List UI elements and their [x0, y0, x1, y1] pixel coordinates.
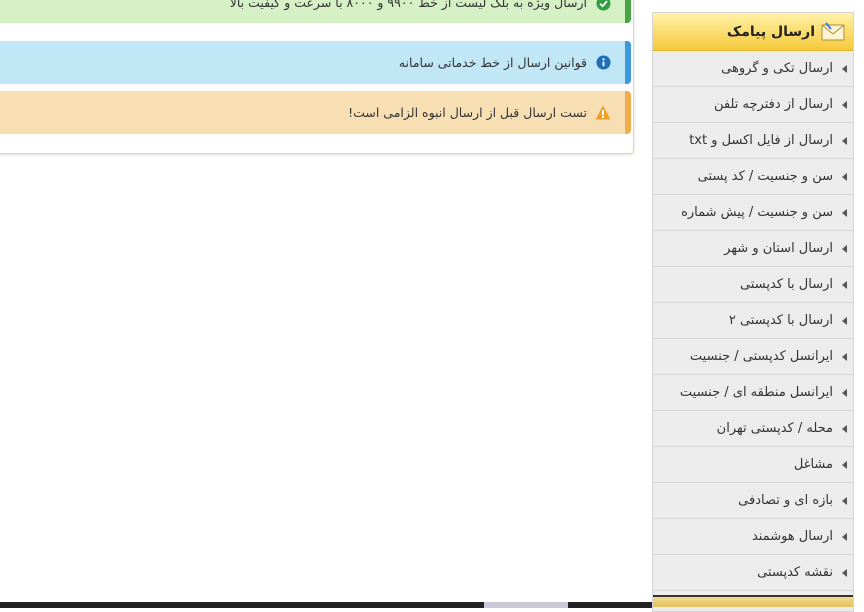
sidebar-item[interactable]: ایرانسل کدپستی / جنسیت — [653, 339, 853, 375]
caret-left-icon — [839, 388, 847, 397]
alert-success-text: ارسال ویژه به بلک لیست از خط ۹۹۰۰ و ۸۰۰۰… — [229, 0, 587, 10]
sidebar-item[interactable]: نقشه کدپستی — [653, 555, 853, 591]
sidebar-item-label: ارسال از فایل اکسل و txt — [689, 133, 833, 148]
sidebar-item-label: ارسال با کدپستی ۲ — [728, 313, 833, 328]
sidebar-menu: ارسال پیامک ارسال تکی و گروهی ارسال از دف… — [652, 12, 854, 612]
sidebar-item-label: ارسال استان و شهر — [724, 241, 833, 256]
sidebar-item[interactable]: ارسال از دفترچه تلفن — [653, 87, 853, 123]
alert-info-text: قوانین ارسال از خط خدماتی سامانه — [398, 55, 587, 70]
sidebar-item-label: بازه ای و تصادفی — [738, 493, 833, 508]
caret-left-icon — [839, 532, 847, 541]
caret-left-icon — [839, 568, 847, 577]
warning-triangle-icon — [595, 105, 611, 121]
caret-left-icon — [839, 280, 847, 289]
taskbar-thumbnail[interactable] — [484, 602, 568, 608]
sidebar-footer — [653, 595, 853, 607]
sidebar-item-label: ایرانسل کدپستی / جنسیت — [689, 349, 833, 364]
sidebar-item-label: محله / کدپستی تهران — [716, 421, 833, 436]
caret-left-icon — [839, 316, 847, 325]
info-circle-icon — [595, 55, 611, 71]
alert-warning-text: تست ارسال قبل از ارسال انبوه الزامی است! — [348, 105, 587, 120]
caret-left-icon — [839, 64, 847, 73]
caret-left-icon — [839, 460, 847, 469]
sidebar-item[interactable]: بازه ای و تصادفی — [653, 483, 853, 519]
alert-warning[interactable]: تست ارسال قبل از ارسال انبوه الزامی است! — [0, 91, 631, 134]
sidebar-item[interactable]: ارسال با کدپستی ۲ — [653, 303, 853, 339]
caret-left-icon — [839, 496, 847, 505]
sidebar-title: ارسال پیامک — [726, 23, 815, 40]
alerts-panel: ارسال ویژه به بلک لیست از خط ۹۹۰۰ و ۸۰۰۰… — [0, 0, 634, 154]
sidebar-item[interactable]: سن و جنسیت / کد پستی — [653, 159, 853, 195]
caret-left-icon — [839, 424, 847, 433]
sidebar-item-label: سن و جنسیت / کد پستی — [697, 169, 833, 184]
sidebar-item[interactable]: ارسال از فایل اکسل و txt — [653, 123, 853, 159]
sidebar-item[interactable]: ارسال تکی و گروهی — [653, 51, 853, 87]
sidebar-header[interactable]: ارسال پیامک — [653, 13, 853, 51]
caret-left-icon — [839, 100, 847, 109]
sidebar-item-label: ارسال هوشمند — [751, 529, 833, 544]
sidebar-item-label: مشاغل — [793, 457, 833, 472]
sidebar-item-label: سن و جنسیت / پیش شماره — [681, 205, 833, 220]
sidebar-item[interactable]: ارسال با کدپستی — [653, 267, 853, 303]
check-circle-icon — [595, 0, 611, 11]
sidebar-item[interactable]: سن و جنسیت / پیش شماره — [653, 195, 853, 231]
caret-left-icon — [839, 208, 847, 217]
alert-success[interactable]: ارسال ویژه به بلک لیست از خط ۹۹۰۰ و ۸۰۰۰… — [0, 0, 631, 23]
caret-left-icon — [839, 244, 847, 253]
sidebar-item[interactable]: ارسال استان و شهر — [653, 231, 853, 267]
sidebar-item-label: ارسال با کدپستی — [739, 277, 833, 292]
sidebar-item[interactable]: مشاغل — [653, 447, 853, 483]
envelope-icon — [821, 21, 845, 42]
sidebar-item[interactable]: محله / کدپستی تهران — [653, 411, 853, 447]
alert-info[interactable]: قوانین ارسال از خط خدماتی سامانه — [0, 41, 631, 84]
caret-left-icon — [839, 172, 847, 181]
sidebar-item[interactable]: ارسال هوشمند — [653, 519, 853, 555]
sidebar-item-label: نقشه کدپستی — [757, 565, 833, 580]
caret-left-icon — [839, 136, 847, 145]
sidebar-item-label: ارسال تکی و گروهی — [721, 61, 833, 76]
caret-left-icon — [839, 352, 847, 361]
sidebar-item[interactable]: ایرانسل منطقه ای / جنسیت — [653, 375, 853, 411]
sidebar-item-label: ارسال از دفترچه تلفن — [714, 97, 833, 112]
sidebar-menu-list: ارسال تکی و گروهی ارسال از دفترچه تلفن ارس… — [653, 51, 853, 591]
sidebar-item-label: ایرانسل منطقه ای / جنسیت — [679, 385, 833, 400]
